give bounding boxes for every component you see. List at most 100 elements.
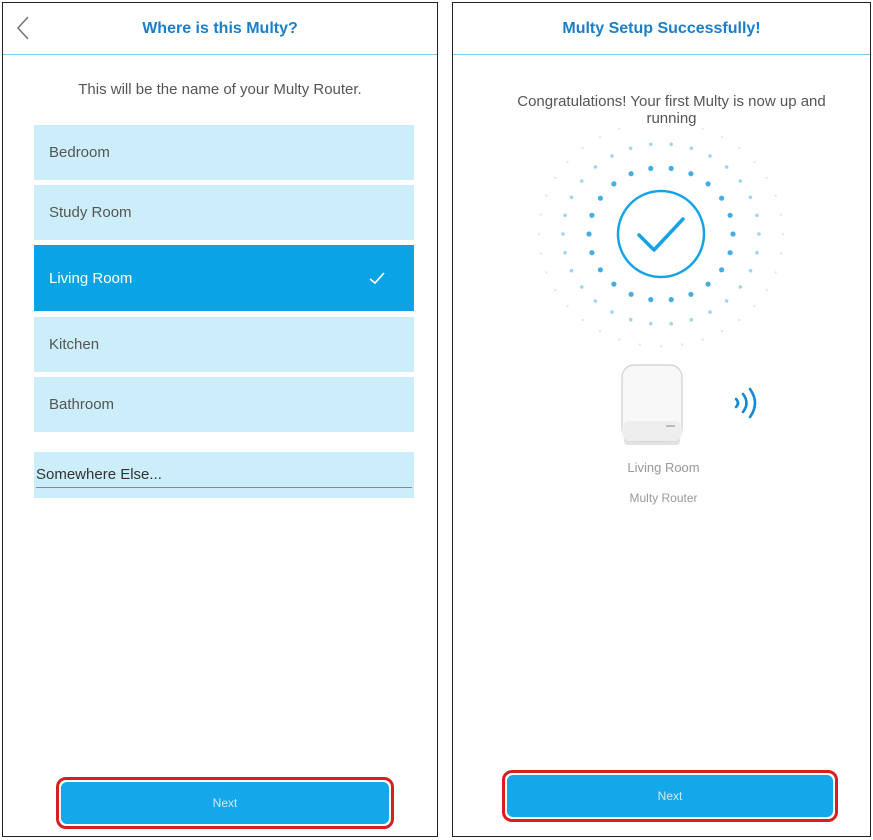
decorative-dot <box>708 310 712 314</box>
room-option-label: Bedroom <box>49 144 110 161</box>
decorative-dot <box>689 146 694 151</box>
decorative-dot <box>701 128 704 130</box>
decorative-dot <box>774 194 777 197</box>
decorative-dot <box>579 285 584 289</box>
decorative-dot <box>720 135 724 138</box>
decorative-dot <box>597 267 603 273</box>
decorative-dot <box>748 268 753 273</box>
decorative-dot <box>669 321 673 326</box>
decorative-dot <box>730 231 736 237</box>
decorative-dot <box>755 213 759 218</box>
decorative-dot <box>586 231 592 237</box>
decorative-dot <box>618 338 621 341</box>
decorative-dot <box>589 250 595 256</box>
decorative-dot <box>781 232 785 236</box>
decorative-dot <box>738 179 743 183</box>
decorative-dot <box>688 291 694 297</box>
decorative-dot <box>554 288 557 292</box>
decorative-dot <box>719 195 725 201</box>
decorative-dot <box>765 288 768 292</box>
decorative-dot <box>705 181 711 187</box>
decorative-dot <box>638 343 641 346</box>
decorative-dot <box>563 213 567 218</box>
decorative-dot <box>757 232 761 236</box>
decorative-dot <box>719 267 725 273</box>
room-option-kitchen[interactable]: Kitchen <box>34 317 414 372</box>
decorative-dot <box>659 345 663 348</box>
room-option-living-room[interactable]: Living Room <box>34 245 414 311</box>
decorative-dot <box>669 142 673 147</box>
decorative-dot <box>705 281 711 287</box>
decorative-dot <box>581 146 584 150</box>
room-selection-screen: Where is this Multy? This will be the na… <box>2 2 438 837</box>
decorative-dot <box>724 299 729 303</box>
decorative-dot <box>681 343 684 346</box>
decorative-dot <box>701 338 704 341</box>
decorative-dot <box>566 304 569 308</box>
room-option-bedroom[interactable]: Bedroom <box>34 125 414 180</box>
decorative-dot <box>668 297 674 303</box>
decorative-dot <box>753 160 756 164</box>
room-option-bathroom[interactable]: Bathroom <box>34 377 414 432</box>
decorative-dot <box>779 252 783 255</box>
room-option-label: Bathroom <box>49 396 115 413</box>
room-option-label: Study Room <box>49 204 132 221</box>
next-button[interactable]: Next <box>56 777 394 829</box>
decorative-dot <box>708 154 712 158</box>
decorative-dot <box>539 252 543 255</box>
decorative-dot <box>727 212 733 218</box>
decorative-dot <box>610 310 614 314</box>
header: Multy Setup Successfully! <box>453 3 870 55</box>
decorative-dot <box>539 213 543 216</box>
decorative-dot <box>611 181 617 187</box>
decorative-dot <box>554 176 557 180</box>
page-title: Multy Setup Successfully! <box>562 20 761 37</box>
subtitle: This will be the name of your Multy Rout… <box>78 81 362 98</box>
router-device-icon <box>621 364 683 445</box>
wireless-signal-icon <box>734 387 757 419</box>
decorative-dot <box>545 271 548 274</box>
page-title: Where is this Multy? <box>142 20 298 37</box>
decorative-dot <box>569 195 574 200</box>
decorative-dot <box>537 232 541 236</box>
next-button-label: Next <box>507 775 833 817</box>
next-button[interactable]: Next <box>502 770 838 822</box>
decorative-dot <box>779 213 783 216</box>
decorative-dot <box>648 297 654 303</box>
decorative-dot <box>581 318 584 322</box>
room-list: Bedroom Study Room Living Room Kitchen B… <box>34 125 414 437</box>
decorative-dot <box>724 165 729 169</box>
decorative-dot <box>738 318 741 322</box>
room-option-label: Kitchen <box>49 336 100 353</box>
decorative-dot <box>753 304 756 308</box>
decorative-dot <box>545 194 548 197</box>
decorative-dot <box>589 212 595 218</box>
device-name: Living Room <box>627 460 700 475</box>
decorative-dot <box>593 165 598 169</box>
device-type: Multy Router <box>629 491 698 505</box>
congrats-message: Congratulations! Your first Multy is now… <box>517 93 826 127</box>
decorative-dot <box>689 317 694 322</box>
decorative-dot <box>727 250 733 256</box>
decorative-dot <box>688 171 694 177</box>
decorative-dot <box>628 317 633 322</box>
decorative-dot <box>628 171 634 177</box>
decorative-dot <box>720 330 724 333</box>
setup-success-screen: Multy Setup Successfully! Congratulation… <box>452 2 871 837</box>
decorative-dot <box>649 321 653 326</box>
decorative-dot <box>598 135 602 138</box>
room-option-study-room[interactable]: Study Room <box>34 185 414 240</box>
custom-location-field-container <box>34 452 414 498</box>
custom-location-input[interactable] <box>36 466 412 488</box>
decorative-dot <box>618 128 621 130</box>
decorative-dot <box>569 268 574 273</box>
decorative-dot <box>610 154 614 158</box>
decorative-dot <box>648 165 654 171</box>
decorative-dot <box>593 299 598 303</box>
next-button-label: Next <box>61 782 389 824</box>
decorative-dot <box>611 281 617 287</box>
decorative-dot <box>738 285 743 289</box>
room-option-label: Living Room <box>49 269 133 287</box>
decorative-dot <box>598 330 602 333</box>
decorative-dot <box>774 271 777 274</box>
